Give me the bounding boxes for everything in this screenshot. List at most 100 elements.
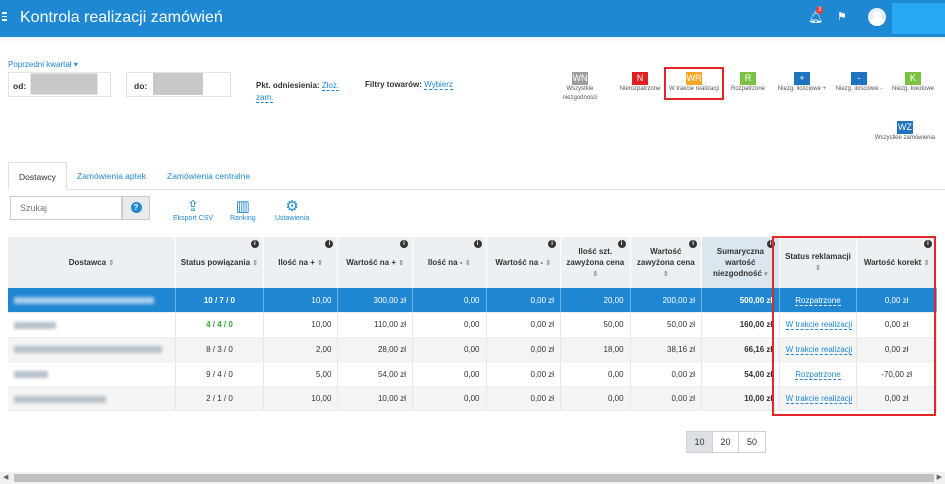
tool-label: Ustawienia [275,215,310,222]
search-input[interactable]: Szukaj [10,196,122,220]
filter-button-label: Wszystkie niezgodności [562,86,598,101]
val-price-cell: 0,00 zł [630,361,703,387]
sum-cell: 54,00 zł [701,361,780,387]
info-icon: i [250,240,259,248]
sum-cell: 66,16 zł [701,337,780,363]
val-minus-cell: 0,00 zł [486,337,562,363]
supplier-name [8,312,177,338]
qty-plus-cell: 10,00 [263,386,339,412]
qty-price-cell: 50,00 [560,312,631,338]
tab-bar: Dostawcy Zamówienia aptek Zamówienia cen… [8,162,945,190]
col-ilosc-minus[interactable]: i Ilość na - ⇕ [412,237,487,288]
reference-point: Pkt. odniesienia: Złoż. zam. [256,80,340,104]
val-price-cell: 50,00 zł [630,312,703,338]
col-wartosc-minus[interactable]: i Wartość na - ⇕ [486,237,562,288]
supplier-name [8,386,177,412]
supplier-name [8,288,177,314]
val-minus-cell: 0,00 zł [486,386,562,412]
info-icon: i [689,240,698,248]
val-minus-cell: 0,00 zł [486,361,562,387]
val-price-cell: 38,16 zł [630,337,703,363]
settings-button[interactable]: ⚙ Ustawienia [275,198,309,222]
qty-price-cell: 0,00 [560,361,631,387]
date-to-input[interactable] [153,73,203,95]
reference-label: Pkt. odniesienia: [256,81,320,90]
page-size-10[interactable]: 10 [687,432,713,452]
supplier-name [8,337,177,363]
status-cell: 10 / 7 / 0 [175,288,264,314]
upload-icon: ⇪ [186,198,200,215]
export-csv-button[interactable]: ⇪ Eksport CSV [173,198,213,222]
info-icon: i [325,240,334,248]
goods-filter: Filtry towarów: Wybierz [365,80,453,90]
info-icon: i [399,240,408,248]
minus-icon: - [851,72,867,85]
qty-plus-cell: 10,00 [263,312,339,338]
plus-icon: + [794,72,810,85]
k-icon: K [905,72,921,85]
tab-zamowienia-aptek[interactable]: Zamówienia aptek [67,162,156,190]
n-icon: N [632,72,648,85]
filter-button-plus[interactable]: + Niezg. ilościowe + [775,72,829,94]
page-size-20[interactable]: 20 [713,432,739,452]
val-plus-cell: 54,00 zł [337,361,413,387]
highlight-claims [772,236,936,416]
tool-label: Eksport CSV [173,215,214,222]
goods-filter-label: Filtry towarów: [365,80,422,89]
col-wartosc-plus[interactable]: i Wartość na + ⇕ [337,237,413,288]
val-plus-cell: 300,00 zł [337,288,413,314]
highlight-wr [664,67,724,100]
filter-button-minus[interactable]: - Niezg. ilościowe - [832,72,886,94]
filter-button-label: Niezg. kwotowe [891,86,935,92]
filter-button-label: Nierozpatrzone [619,86,661,92]
qty-minus-cell: 0,00 [412,288,487,314]
wn-icon: WN [572,72,588,85]
scroll-right-icon[interactable]: ▶ [937,473,942,481]
col-wartosc-cena[interactable]: i Wartość zawyżona cena ⇕ [630,237,703,288]
qty-plus-cell: 10,00 [263,288,339,314]
period-dropdown[interactable]: Poprzedni kwartał ▾ [8,60,78,69]
qty-plus-cell: 2,00 [263,337,339,363]
sum-cell: 10,00 zł [701,386,780,412]
sum-cell: 160,00 zł [701,312,780,338]
filter-button-wn[interactable]: WN Wszystkie niezgodności [554,72,606,103]
tab-zamowienia-centralne[interactable]: Zamówienia centralne [157,162,260,190]
qty-price-cell: 0,00 [560,386,631,412]
date-from-input[interactable] [30,73,98,95]
qty-minus-cell: 0,00 [412,361,487,387]
qty-price-cell: 18,00 [560,337,631,363]
goods-filter-link[interactable]: Wybierz [424,80,453,90]
qty-price-cell: 20,00 [560,288,631,314]
status-cell: 2 / 1 / 0 [175,386,264,412]
menu-icon[interactable] [2,12,7,22]
filter-button-wz[interactable]: WZ Wszystkie zamówienia [870,121,940,143]
header-divider [0,37,945,45]
val-minus-cell: 0,00 zł [486,312,562,338]
scroll-left-icon[interactable]: ◀ [3,473,8,481]
avatar[interactable] [868,8,886,26]
val-plus-cell: 28,00 zł [337,337,413,363]
val-price-cell: 200,00 zł [630,288,703,314]
ranking-button[interactable]: ▥ Ranking [230,198,256,222]
status-cell: 8 / 3 / 0 [175,337,264,363]
tool-label: Ranking [230,215,256,222]
user-menu[interactable] [892,3,945,34]
horizontal-scrollbar[interactable]: ◀ ▶ [0,472,945,484]
help-button[interactable]: ? [122,196,150,220]
col-ilosc-plus[interactable]: i Ilość na + ⇕ [263,237,339,288]
date-from-label: od: [13,81,27,91]
val-minus-cell: 0,00 zł [486,288,562,314]
scroll-thumb[interactable] [14,474,934,482]
filter-button-k[interactable]: K Niezg. kwotowe [889,72,937,94]
filter-button-r[interactable]: R Rozpatrzone [728,72,768,94]
flag-icon[interactable]: ⚑ [837,10,847,23]
filter-button-n[interactable]: N Nierozpatrzone [616,72,664,94]
filter-button-label: Niezg. ilościowe + [777,86,827,92]
col-dostawca[interactable]: Dostawca ⇕ [8,237,177,288]
page-size-selector: 10 20 50 [686,431,766,453]
tab-dostawcy[interactable]: Dostawcy [8,162,67,190]
page-size-50[interactable]: 50 [739,432,765,452]
col-ilosc-cena[interactable]: i Ilość szt. zawyżona cena ⇕ [560,237,631,288]
col-suma[interactable]: i Sumaryczna wartość niezgodność ▾ [701,237,780,288]
col-status[interactable]: i Status powiązania ⇕ [175,237,264,288]
